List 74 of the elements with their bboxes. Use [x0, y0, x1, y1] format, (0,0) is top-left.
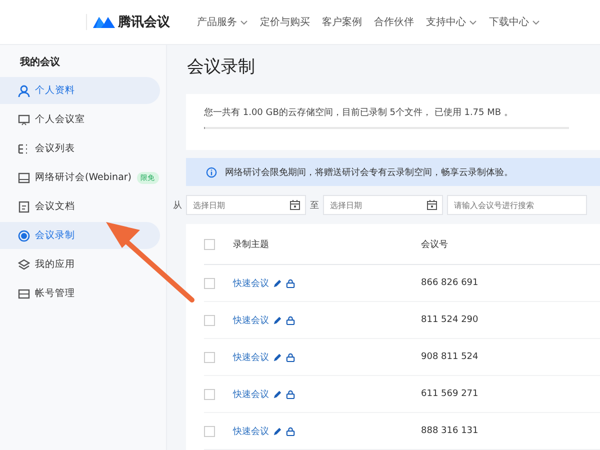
sidebar-label: 会议文档 [35, 200, 75, 213]
pencil-icon[interactable] [273, 426, 282, 436]
date-field[interactable]: 选择日期 [323, 195, 443, 215]
sidebar-item[interactable]: 帐号管理 [0, 280, 160, 307]
search-field[interactable]: 请输入会议号进行搜索 [447, 195, 587, 215]
chevron-down-icon [240, 20, 248, 24]
row-checkbox[interactable] [204, 426, 215, 436]
nav-link[interactable]: 下载中心 [489, 15, 540, 29]
row-checkbox[interactable] [204, 388, 215, 400]
sidebar-item[interactable]: 个人资料 [0, 77, 160, 104]
pencil-icon[interactable] [273, 390, 282, 398]
nav-link[interactable]: 客户案例 [322, 15, 362, 29]
lock-icon[interactable] [286, 426, 295, 436]
row-checkbox[interactable] [204, 314, 215, 326]
record-icon [18, 230, 30, 242]
monitor-icon [18, 172, 30, 184]
sidebar-label: 网络研讨会(Webinar) [35, 171, 132, 184]
recording-link[interactable]: 快速会议 [233, 424, 269, 438]
sidebar-item[interactable]: 会议列表 [0, 135, 160, 162]
lock-icon[interactable] [286, 278, 295, 288]
recording-link[interactable]: 快速会议 [233, 276, 269, 290]
pencil-icon[interactable] [273, 316, 282, 324]
sidebar-item[interactable]: 我的应用 [0, 251, 160, 278]
lock-icon[interactable] [286, 352, 295, 362]
screen-icon [18, 114, 30, 126]
info-icon [206, 166, 217, 178]
sidebar-heading: 我的会议 [18, 56, 61, 70]
sidebar-item[interactable]: 会议录制 [0, 222, 160, 249]
page-title: 会议录制 [187, 56, 256, 78]
chevron-down-icon [532, 20, 540, 24]
row-checkbox[interactable] [204, 278, 215, 288]
nav-link[interactable]: 产品服务 [197, 15, 248, 29]
to-label: 至 [310, 200, 319, 212]
card-icon [18, 288, 30, 300]
meeting-id-cell: 866 826 691 [421, 278, 478, 288]
sidebar-label: 会议列表 [35, 142, 75, 155]
brand-name[interactable]: 腾讯会议 [118, 13, 170, 31]
meeting-id-cell: 908 811 524 [421, 352, 478, 362]
calendar-icon [427, 200, 437, 210]
calendar-icon [290, 200, 300, 210]
meeting-id-cell: 811 524 290 [421, 315, 478, 325]
pencil-icon[interactable] [273, 352, 282, 362]
storage-text: 您一共有 1.00 GB的云存储空间，目前已录制 5个文件， 已使用 1.75 MB 。 [204, 106, 514, 119]
column-header: 录制主题 [233, 238, 270, 250]
sidebar-item[interactable]: 会议文档 [0, 193, 160, 220]
sidebar-item[interactable]: 个人会议室 [0, 106, 160, 133]
nav-link[interactable]: 合作伙伴 [374, 15, 414, 29]
meeting-id-cell: 611 569 271 [421, 389, 478, 399]
layers-icon [18, 258, 30, 270]
nav-link[interactable]: 支持中心 [426, 15, 477, 29]
sidebar-label: 个人会议室 [35, 113, 85, 126]
sidebar-label: 会议录制 [35, 229, 75, 242]
nav-link[interactable]: 定价与购买 [260, 15, 310, 29]
sidebar-label: 个人资料 [35, 84, 75, 97]
recording-link[interactable]: 快速会议 [233, 314, 269, 326]
sidebar-label: 我的应用 [35, 258, 75, 271]
lock-icon[interactable] [286, 390, 295, 398]
document-icon [18, 200, 30, 212]
from-label: 从 [173, 200, 182, 212]
date-field[interactable]: 选择日期 [186, 195, 306, 215]
column-header: 会议号 [421, 238, 448, 250]
chevron-down-icon [469, 20, 477, 24]
user-icon [18, 84, 30, 96]
notice-text: 网络研讨会限免期间，将赠送研讨会专有云录制空间，畅享云录制体验。 [225, 166, 513, 178]
meeting-id-cell: 888 316 131 [421, 426, 478, 436]
logo-icon [93, 15, 115, 29]
select-all-checkbox[interactable] [204, 238, 215, 250]
pencil-icon[interactable] [273, 278, 282, 288]
row-checkbox[interactable] [204, 352, 215, 362]
lock-icon[interactable] [286, 316, 295, 324]
sidebar-label: 帐号管理 [35, 287, 75, 300]
list-icon [18, 142, 30, 154]
recording-link[interactable]: 快速会议 [233, 388, 269, 400]
recording-link[interactable]: 快速会议 [233, 350, 269, 364]
